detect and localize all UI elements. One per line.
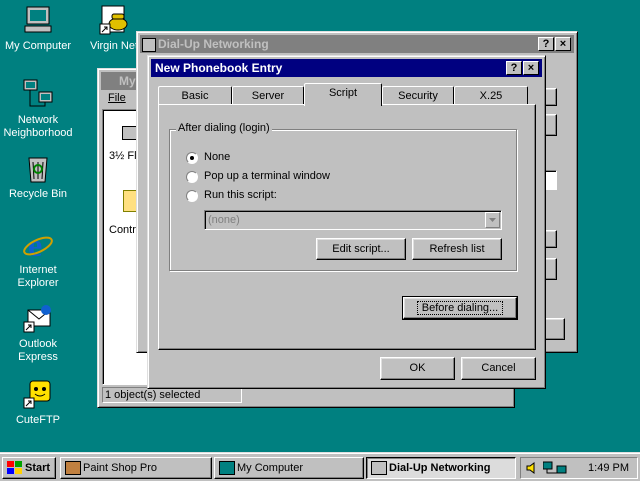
- start-label: Start: [25, 462, 51, 474]
- floppy-label: 3½ Fl: [109, 150, 137, 162]
- taskbar-item-paint-shop-pro[interactable]: Paint Shop Pro: [60, 457, 212, 479]
- status-text: 1 object(s) selected: [105, 389, 201, 401]
- taskbar: Start Paint Shop Pro My Computer Dial-Up…: [0, 452, 640, 481]
- ok-button[interactable]: OK: [380, 357, 455, 380]
- dialog-titlebar[interactable]: New Phonebook Entry ? ×: [151, 59, 542, 77]
- button-label: Refresh list: [429, 243, 485, 255]
- script-select-value: (none): [208, 214, 240, 226]
- internet-explorer-icon: e: [22, 227, 54, 263]
- desktop-icon-label: Virgin Net: [89, 40, 139, 52]
- help-button[interactable]: ?: [538, 37, 554, 51]
- network-tray-icon[interactable]: [542, 461, 569, 478]
- button-label: Before dialing...: [416, 301, 504, 315]
- tab-security[interactable]: Security: [382, 86, 454, 104]
- menu-file[interactable]: File: [108, 92, 126, 104]
- desktop-icon-label: Recycle Bin: [8, 188, 68, 200]
- desktop-icon-label: My Computer: [4, 40, 72, 52]
- tab-server[interactable]: Server: [232, 86, 304, 104]
- tab-panel: After dialing (login) None Pop up a term…: [158, 104, 536, 350]
- desktop-icon-label: CuteFTP: [15, 414, 60, 426]
- desktop-icon-label: Internet Explorer: [17, 264, 59, 289]
- speaker-icon[interactable]: [525, 461, 539, 478]
- radio-none[interactable]: [186, 152, 198, 164]
- button-label: OK: [409, 362, 426, 374]
- my-computer-icon: [22, 4, 54, 36]
- status-bar: 1 object(s) selected: [102, 387, 242, 403]
- button-label: Edit script...: [332, 243, 390, 255]
- start-button[interactable]: Start: [2, 457, 56, 479]
- paint-shop-pro-icon: [65, 461, 81, 475]
- desktop-icon-my-computer[interactable]: My Computer: [0, 4, 76, 53]
- system-tray: 1:49 PM: [520, 457, 638, 479]
- dun-icon: [142, 38, 156, 52]
- windows-logo-icon: [7, 461, 23, 478]
- tab-basic[interactable]: Basic: [158, 86, 232, 104]
- new-phonebook-entry-dialog[interactable]: New Phonebook Entry ? × Basic Server Scr…: [147, 55, 546, 389]
- desktop-icon-label: Network Neighborhood: [3, 114, 73, 139]
- dial-up-small-icon: [371, 461, 387, 475]
- radio-run-script[interactable]: [186, 190, 198, 202]
- desktop-icon-label: Outlook Express: [18, 338, 58, 363]
- tab-x25[interactable]: X.25: [454, 86, 528, 104]
- taskbar-item-label: Paint Shop Pro: [83, 462, 157, 474]
- desktop-icon-cuteftp[interactable]: CuteFTP: [0, 378, 76, 427]
- dun-titlebar[interactable]: Dial-Up Networking ? ×: [140, 35, 574, 53]
- window-title: Dial-Up Networking: [158, 37, 269, 51]
- help-button[interactable]: ?: [506, 61, 522, 75]
- desktop-icon-recycle-bin[interactable]: Recycle Bin: [0, 152, 76, 201]
- option-label: None: [204, 151, 231, 163]
- outlook-express-icon: [22, 302, 54, 334]
- option-label: Pop up a terminal window: [204, 170, 330, 182]
- taskbar-item-my-computer[interactable]: My Computer: [214, 457, 364, 479]
- after-dialing-group: After dialing (login) None Pop up a term…: [169, 122, 517, 271]
- script-select[interactable]: (none): [204, 210, 502, 230]
- desktop-icon-outlook-express[interactable]: Outlook Express: [0, 302, 76, 364]
- taskbar-item-label: My Computer: [237, 462, 304, 474]
- close-button[interactable]: ×: [523, 61, 539, 75]
- phone-icon: [98, 4, 130, 36]
- tab-script[interactable]: Script: [304, 83, 382, 106]
- cuteftp-icon: [22, 378, 54, 410]
- recycle-bin-icon: [22, 152, 54, 184]
- button-label: Cancel: [481, 362, 516, 374]
- radio-terminal[interactable]: [186, 171, 198, 183]
- dialog-title: New Phonebook Entry: [155, 61, 283, 75]
- edit-script-button[interactable]: Edit script...: [316, 238, 406, 260]
- group-label: After dialing (login): [176, 122, 272, 134]
- before-dialing-button[interactable]: Before dialing...: [402, 296, 518, 320]
- taskbar-item-label: Dial-Up Networking: [389, 462, 491, 474]
- desktop-icon-network-neighborhood[interactable]: Network Neighborhood: [0, 78, 76, 140]
- desktop-icon-internet-explorer[interactable]: e Internet Explorer: [0, 227, 76, 290]
- network-icon: [22, 78, 54, 110]
- chevron-down-icon[interactable]: [485, 212, 500, 228]
- my-computer-small-icon: [219, 461, 235, 475]
- cancel-button[interactable]: Cancel: [461, 357, 536, 380]
- window-title: My: [119, 74, 136, 88]
- taskbar-item-dial-up-networking[interactable]: Dial-Up Networking: [366, 457, 516, 479]
- clock[interactable]: 1:49 PM: [588, 462, 629, 474]
- control-panel-label: Contr: [109, 224, 136, 236]
- refresh-list-button[interactable]: Refresh list: [412, 238, 502, 260]
- close-button[interactable]: ×: [555, 37, 571, 51]
- option-label: Run this script:: [204, 189, 277, 201]
